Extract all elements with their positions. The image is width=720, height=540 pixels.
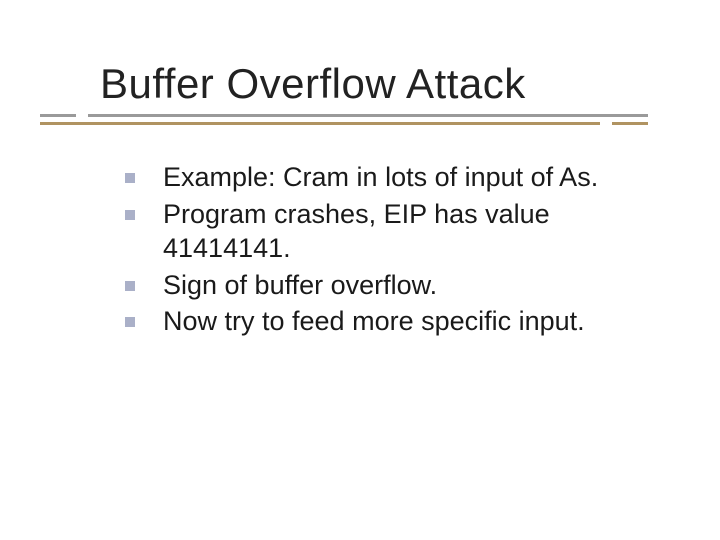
title-area: Buffer Overflow Attack <box>100 60 660 128</box>
square-bullet-icon <box>125 173 135 183</box>
bullet-text: Example: Cram in lots of input of As. <box>163 162 598 192</box>
list-item: Program crashes, EIP has value 41414141. <box>125 197 650 266</box>
square-bullet-icon <box>125 281 135 291</box>
underline-accent-long <box>40 122 600 125</box>
title-underline <box>40 114 680 128</box>
slide-body: Example: Cram in lots of input of As. Pr… <box>125 160 650 341</box>
list-item: Sign of buffer overflow. <box>125 268 650 303</box>
slide-title: Buffer Overflow Attack <box>100 60 660 108</box>
slide: Buffer Overflow Attack Example: Cram in … <box>0 0 720 540</box>
list-item: Example: Cram in lots of input of As. <box>125 160 650 195</box>
list-item: Now try to feed more specific input. <box>125 304 650 339</box>
underline-accent-short <box>612 122 648 125</box>
bullet-text: Sign of buffer overflow. <box>163 270 437 300</box>
bullet-text: Program crashes, EIP has value 41414141. <box>163 199 550 264</box>
bullet-text: Now try to feed more specific input. <box>163 306 585 336</box>
square-bullet-icon <box>125 210 135 220</box>
underline-gray-long <box>88 114 648 117</box>
bullet-list: Example: Cram in lots of input of As. Pr… <box>125 160 650 339</box>
underline-gray-short <box>40 114 76 117</box>
square-bullet-icon <box>125 317 135 327</box>
